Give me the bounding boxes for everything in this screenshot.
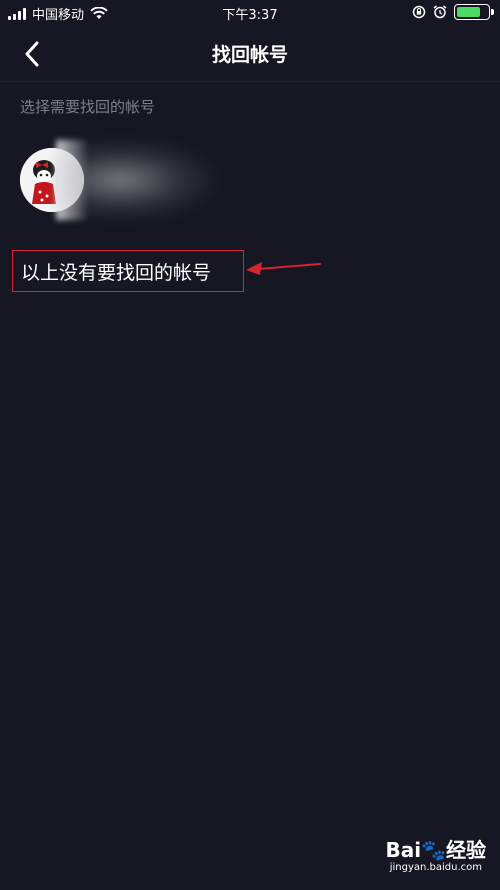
watermark-logo: Bai🐾经验 [385,838,487,862]
rotation-lock-icon [412,5,426,19]
annotation-arrow-icon [246,262,321,275]
page-title: 找回帐号 [211,44,288,66]
no-account-found-label: 以上没有要找回的帐号 [21,261,212,284]
nav-bar: 找回帐号 [0,26,500,82]
battery-level [457,7,480,17]
status-bar: 中国移动 下午3:37 [0,0,500,26]
battery-icon [454,4,494,20]
no-account-found-link[interactable]: 以上没有要找回的帐号 [12,250,244,292]
alarm-icon [433,5,447,19]
watermark-url: jingyan.baidu.com [389,862,482,873]
status-right [412,4,494,20]
screen: 中国移动 下午3:37 找回帐号 选择需要找回的帐号 以上没有要找回的帐号 Ba… [0,0,500,890]
blur-mask [56,140,86,220]
section-hint: 选择需要找回的帐号 [20,98,156,116]
watermark: Bai🐾经验 jingyan.baidu.com [336,834,487,882]
account-item[interactable] [0,140,500,220]
